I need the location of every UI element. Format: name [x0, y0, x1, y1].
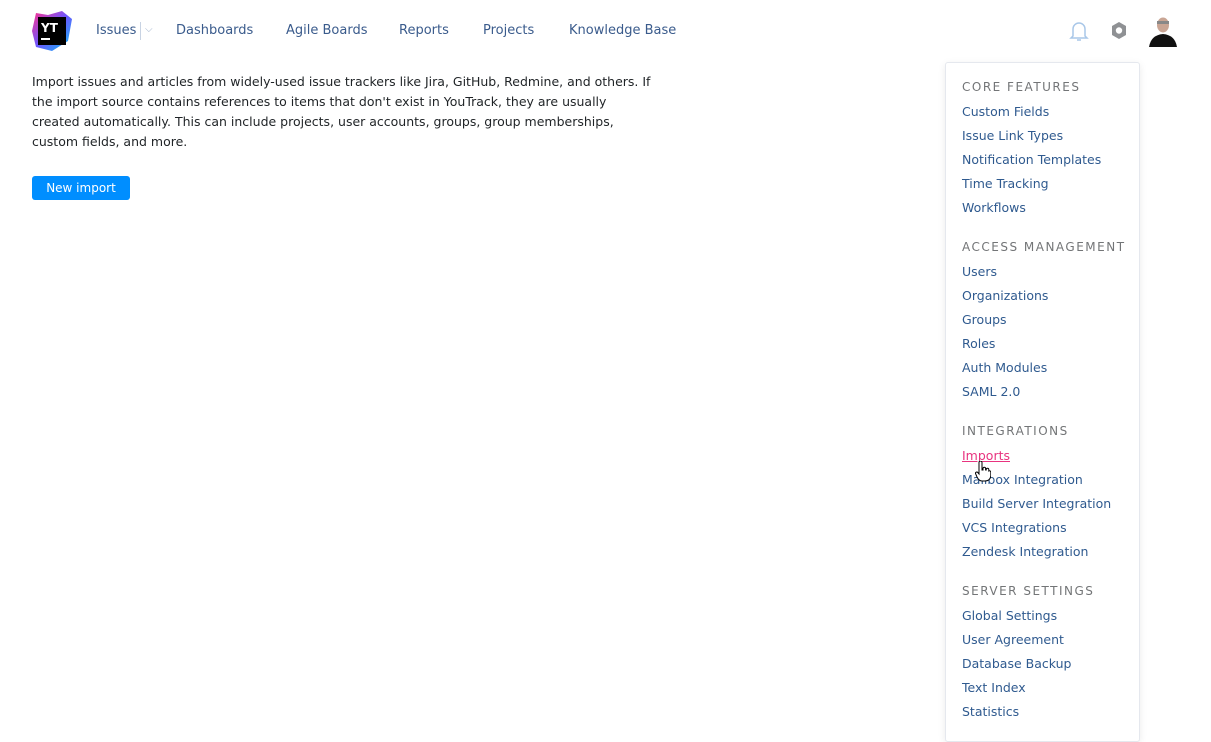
import-description: Import issues and articles from widely-u… — [32, 74, 651, 149]
menu-item-build-server-integration[interactable]: Build Server Integration — [962, 496, 1111, 511]
menu-item-roles[interactable]: Roles — [962, 336, 995, 351]
menu-item-custom-fields[interactable]: Custom Fields — [962, 104, 1049, 119]
youtrack-logo[interactable]: YT — [32, 11, 72, 51]
menu-item-statistics[interactable]: Statistics — [962, 704, 1019, 719]
menu-item-issue-link-types[interactable]: Issue Link Types — [962, 128, 1063, 143]
section-integrations: INTEGRATIONS — [962, 424, 1069, 438]
menu-item-database-backup[interactable]: Database Backup — [962, 656, 1071, 671]
section-core-features: CORE FEATURES — [962, 80, 1081, 94]
menu-item-user-agreement[interactable]: User Agreement — [962, 632, 1064, 647]
chevron-down-icon[interactable]: ⌵ — [145, 24, 153, 35]
administration-menu: CORE FEATURES Custom Fields Issue Link T… — [945, 62, 1140, 742]
menu-item-saml[interactable]: SAML 2.0 — [962, 384, 1020, 399]
menu-item-global-settings[interactable]: Global Settings — [962, 608, 1057, 623]
menu-item-groups[interactable]: Groups — [962, 312, 1007, 327]
menu-item-notification-templates[interactable]: Notification Templates — [962, 152, 1101, 167]
menu-item-organizations[interactable]: Organizations — [962, 288, 1048, 303]
svg-text:YT: YT — [40, 21, 59, 35]
section-access-management: ACCESS MANAGEMENT — [962, 240, 1126, 254]
menu-item-workflows[interactable]: Workflows — [962, 200, 1026, 215]
menu-item-time-tracking[interactable]: Time Tracking — [962, 176, 1049, 191]
nav-knowledge-base[interactable]: Knowledge Base — [569, 22, 676, 40]
menu-item-text-index[interactable]: Text Index — [962, 680, 1026, 695]
nav-projects[interactable]: Projects — [483, 22, 534, 40]
nav-divider — [140, 22, 141, 40]
new-import-button[interactable]: New import — [32, 176, 130, 200]
bell-icon[interactable] — [1068, 19, 1090, 43]
nav-issues[interactable]: Issues — [96, 22, 136, 40]
menu-item-zendesk-integration[interactable]: Zendesk Integration — [962, 544, 1088, 559]
section-server-settings: SERVER SETTINGS — [962, 584, 1095, 598]
menu-item-users[interactable]: Users — [962, 264, 997, 279]
nav-reports[interactable]: Reports — [399, 22, 449, 40]
avatar[interactable] — [1147, 15, 1179, 47]
menu-item-vcs-integrations[interactable]: VCS Integrations — [962, 520, 1067, 535]
nav-agile-boards[interactable]: Agile Boards — [286, 22, 367, 40]
hand-pointer-icon — [975, 461, 991, 482]
nav-dashboards[interactable]: Dashboards — [176, 22, 253, 40]
settings-icon[interactable] — [1108, 19, 1130, 43]
top-header: YT Issues ⌵ Dashboards Agile Boards Repo… — [0, 0, 1211, 62]
menu-item-auth-modules[interactable]: Auth Modules — [962, 360, 1047, 375]
